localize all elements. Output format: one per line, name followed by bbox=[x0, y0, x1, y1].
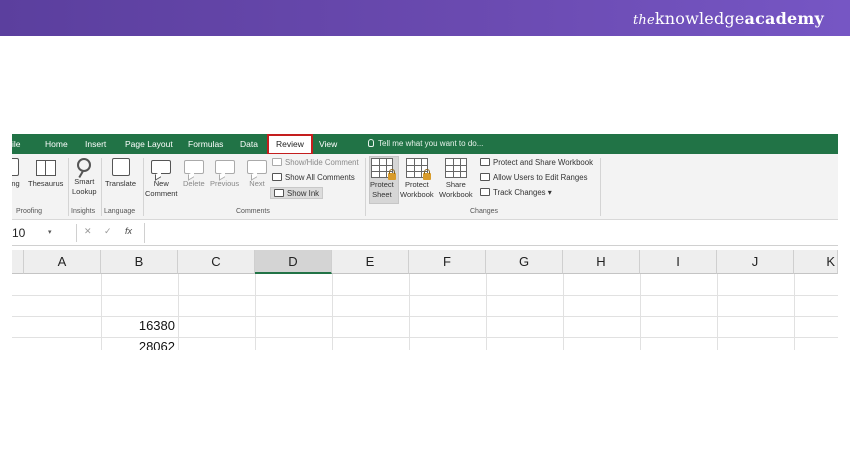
column-header-e[interactable]: E bbox=[332, 250, 409, 274]
column-header-d[interactable]: D bbox=[255, 250, 332, 274]
formula-bar: 10 ▾ ✕ ✓ fx bbox=[12, 220, 838, 246]
column-header-j[interactable]: J bbox=[717, 250, 794, 274]
cell-b3[interactable]: 16380 bbox=[105, 318, 175, 333]
delete-comment-button[interactable]: Delete bbox=[183, 158, 205, 189]
spelling-button[interactable]: ling bbox=[12, 158, 20, 189]
grid-line bbox=[255, 274, 256, 350]
tab-file[interactable]: ile bbox=[12, 134, 21, 154]
lock-icon bbox=[387, 169, 396, 180]
insert-function-icon[interactable]: fx bbox=[125, 226, 132, 236]
delete-comment-icon bbox=[183, 160, 204, 174]
share-workbook-icon bbox=[444, 158, 467, 178]
lightbulb-icon bbox=[368, 139, 374, 147]
translate-icon bbox=[111, 158, 130, 176]
show-hide-comment-button[interactable]: Show/Hide Comment bbox=[272, 157, 359, 169]
group-label-comments: Comments bbox=[236, 208, 270, 215]
cell-b4[interactable]: 28062 bbox=[105, 339, 175, 350]
group-divider bbox=[600, 158, 601, 216]
tab-review[interactable]: Review bbox=[267, 134, 313, 155]
tell-me-search[interactable]: Tell me what you want to do... bbox=[368, 134, 483, 154]
column-header-g[interactable]: G bbox=[486, 250, 563, 274]
tab-home[interactable]: Home bbox=[45, 134, 68, 154]
column-header-a[interactable]: A bbox=[24, 250, 101, 274]
protect-sheet-icon bbox=[370, 158, 396, 180]
tab-insert[interactable]: Insert bbox=[85, 134, 106, 154]
lock-icon bbox=[422, 169, 431, 180]
brand-logo: theknowledgeacademy bbox=[632, 9, 824, 28]
share-workbook-button[interactable]: Share Workbook bbox=[439, 158, 473, 200]
group-divider bbox=[365, 158, 366, 216]
previous-comment-icon bbox=[214, 160, 235, 174]
grid-line bbox=[101, 274, 102, 350]
book-icon bbox=[35, 160, 56, 176]
grid-line bbox=[12, 295, 838, 296]
grid-line bbox=[409, 274, 410, 350]
search-icon bbox=[77, 158, 92, 172]
grid-line bbox=[332, 274, 333, 350]
protect-share-workbook-button[interactable]: Protect and Share Workbook bbox=[480, 157, 593, 169]
group-label-proofing: Proofing bbox=[16, 208, 43, 215]
protect-sheet-button[interactable]: Protect Sheet bbox=[370, 158, 396, 200]
tab-page-layout[interactable]: Page Layout bbox=[125, 134, 173, 154]
grid-line bbox=[12, 316, 838, 317]
new-comment-button[interactable]: New Comment bbox=[145, 158, 178, 199]
track-changes-dropdown[interactable]: Track Changes ▾ bbox=[480, 187, 552, 199]
ribbon-tabbar: ile Home Insert Page Layout Formulas Dat… bbox=[12, 134, 838, 155]
show-all-comments-button[interactable]: Show All Comments bbox=[272, 172, 355, 184]
next-comment-button[interactable]: Next bbox=[247, 158, 267, 189]
group-label-insights: Insights bbox=[71, 208, 96, 215]
next-comment-icon bbox=[247, 160, 267, 174]
column-header-i[interactable]: I bbox=[640, 250, 717, 274]
smart-lookup-button[interactable]: Smart Lookup bbox=[72, 158, 97, 197]
thesaurus-button[interactable]: Thesaurus bbox=[28, 158, 63, 189]
spelling-icon bbox=[12, 158, 19, 176]
comment-icon bbox=[272, 158, 282, 166]
chevron-down-icon[interactable]: ▾ bbox=[48, 228, 52, 236]
translate-button[interactable]: Translate bbox=[105, 158, 136, 189]
protect-share-icon bbox=[480, 158, 490, 166]
ink-icon bbox=[274, 189, 284, 197]
tab-view[interactable]: View bbox=[319, 134, 337, 154]
allow-users-edit-ranges-button[interactable]: Allow Users to Edit Ranges bbox=[480, 172, 587, 184]
grid-line bbox=[12, 337, 838, 338]
comments-icon bbox=[272, 173, 282, 181]
enter-icon[interactable]: ✓ bbox=[104, 226, 112, 237]
column-header-h[interactable]: H bbox=[563, 250, 640, 274]
column-header-c[interactable]: C bbox=[178, 250, 255, 274]
grid-line bbox=[486, 274, 487, 350]
edit-ranges-icon bbox=[480, 173, 490, 181]
brand-banner: theknowledgeacademy bbox=[0, 0, 850, 36]
protect-workbook-button[interactable]: Protect Workbook bbox=[400, 158, 434, 200]
column-header-b[interactable]: B bbox=[101, 250, 178, 274]
previous-comment-button[interactable]: Previous bbox=[210, 158, 239, 189]
tab-formulas[interactable]: Formulas bbox=[188, 134, 223, 154]
show-ink-button[interactable]: Show Ink bbox=[270, 187, 324, 199]
grid-line bbox=[640, 274, 641, 350]
row-header-corner[interactable] bbox=[12, 250, 24, 274]
grid-line bbox=[717, 274, 718, 350]
grid-line bbox=[563, 274, 564, 350]
group-label-changes: Changes bbox=[470, 208, 499, 215]
chevron-down-icon: ▾ bbox=[547, 188, 552, 197]
grid-line bbox=[178, 274, 179, 350]
group-label-language: Language bbox=[104, 208, 136, 215]
group-divider bbox=[68, 158, 69, 216]
formula-input[interactable] bbox=[144, 223, 838, 243]
column-header-k[interactable]: K bbox=[794, 250, 838, 274]
group-divider bbox=[101, 158, 102, 216]
excel-window: ile Home Insert Page Layout Formulas Dat… bbox=[12, 134, 838, 350]
cancel-icon[interactable]: ✕ bbox=[84, 226, 92, 237]
group-divider bbox=[143, 158, 144, 216]
ribbon-review: ling Thesaurus Proofing SmartLookup Insi… bbox=[12, 154, 838, 220]
tab-data[interactable]: Data bbox=[240, 134, 258, 154]
track-changes-icon bbox=[480, 188, 490, 196]
grid-line bbox=[794, 274, 795, 350]
new-comment-icon bbox=[151, 160, 172, 174]
column-header-f[interactable]: F bbox=[409, 250, 486, 274]
formula-bar-divider bbox=[76, 224, 77, 242]
protect-workbook-icon bbox=[405, 158, 431, 180]
